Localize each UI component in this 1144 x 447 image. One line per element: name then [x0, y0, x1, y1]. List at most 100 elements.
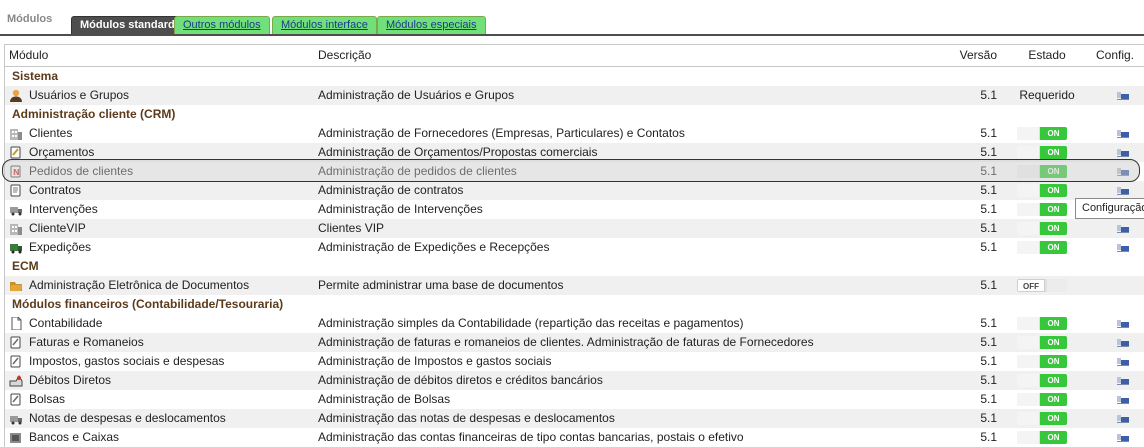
config-icon[interactable]	[1116, 375, 1130, 385]
module-toggle-on[interactable]: ON	[1017, 412, 1067, 425]
module-description: Administração de pedidos de clientes	[318, 164, 517, 178]
module-toggle-on[interactable]: ON	[1017, 241, 1067, 254]
module-toggle-on[interactable]: ON	[1017, 355, 1067, 368]
module-cell: Impostos, gastos sociais e despesas	[9, 352, 309, 371]
module-version: 5.1	[980, 202, 997, 216]
table-row: Orçamentos Administração de Orçamentos/Pr…	[5, 143, 1144, 162]
header-state: Estado	[1028, 48, 1066, 62]
toggle-knob	[1017, 146, 1039, 159]
toggle-knob	[1017, 374, 1039, 387]
table-row: ClienteVIP Clientes VIP 5.1 ON	[5, 219, 1144, 238]
invoice-icon	[9, 336, 23, 349]
toggle-knob	[1017, 222, 1039, 235]
module-toggle-on[interactable]: ON	[1017, 393, 1067, 406]
module-name: ClienteVIP	[29, 221, 86, 235]
toggle-on-label: ON	[1040, 431, 1067, 444]
module-cell: Débitos Diretos	[9, 371, 309, 390]
building-icon	[9, 222, 23, 235]
module-cell: N Pedidos de clientes	[9, 162, 309, 181]
module-name: Bolsas	[29, 392, 66, 406]
header-description: Descrição	[318, 48, 372, 62]
invoice-icon	[9, 393, 23, 406]
config-icon[interactable]	[1116, 432, 1130, 442]
tab-standard-modules[interactable]: Módulos standard	[71, 16, 184, 34]
config-icon[interactable]	[1116, 394, 1130, 404]
config-icon[interactable]	[1116, 90, 1130, 100]
table-row: Faturas e Romaneios Administração de fatu…	[5, 333, 1144, 352]
table-row: Contabilidade Administração simples da Co…	[5, 314, 1144, 333]
document-icon	[9, 316, 23, 331]
table-row: Notas de despesas e deslocamentos Adminis…	[5, 409, 1144, 428]
config-icon[interactable]	[1116, 147, 1130, 157]
header-config: Config.	[1095, 48, 1135, 62]
module-description: Administração de Fornecedores (Empresas,…	[318, 126, 685, 140]
module-toggle-off[interactable]: OFF	[1017, 279, 1067, 292]
module-description: Administração de Intervenções	[318, 202, 483, 216]
toggle-on-label: ON	[1040, 203, 1067, 216]
module-name: Usuários e Grupos	[29, 88, 130, 102]
module-cell: Usuários e Grupos	[9, 86, 309, 105]
table-row: Contratos Administração de contratos 5.1 ON	[5, 181, 1144, 200]
config-icon[interactable]	[1116, 356, 1130, 366]
toggle-knob	[1017, 203, 1039, 216]
module-toggle-on[interactable]: ON	[1017, 222, 1067, 235]
tab-interface-modules[interactable]: Módulos interface	[272, 16, 377, 34]
toggle-knob	[1017, 127, 1039, 140]
toggle-knob	[1047, 279, 1067, 292]
module-cell: Contratos	[9, 181, 309, 200]
module-name: Pedidos de clientes	[29, 164, 134, 178]
module-name: Débitos Diretos	[29, 373, 112, 387]
tab-other-modules[interactable]: Outros módulos	[174, 16, 270, 34]
table-row: Expedições Administração de Expedições e …	[5, 238, 1144, 257]
tab-special-modules[interactable]: Módulos especiais	[377, 16, 486, 34]
table-row: Impostos, gastos sociais e despesas Admin…	[5, 352, 1144, 371]
config-icon[interactable]	[1116, 128, 1130, 138]
toggle-on-label: ON	[1040, 412, 1067, 425]
config-tooltip: Configuração	[1075, 198, 1144, 219]
module-toggle-on[interactable]: ON	[1017, 431, 1067, 444]
toggle-on-label: ON	[1040, 317, 1067, 330]
module-version: 5.1	[980, 164, 997, 178]
config-icon[interactable]	[1116, 223, 1130, 233]
module-toggle-on[interactable]: ON	[1017, 374, 1067, 387]
config-icon[interactable]	[1116, 185, 1130, 195]
module-toggle-on[interactable]: ON	[1017, 336, 1067, 349]
module-toggle-on[interactable]: ON	[1017, 184, 1067, 197]
module-toggle-on[interactable]: ON	[1017, 317, 1067, 330]
users-icon	[9, 89, 23, 102]
tab-bar-underline	[0, 34, 1144, 36]
config-icon[interactable]	[1116, 242, 1130, 252]
module-toggle-on[interactable]: ON	[1017, 165, 1067, 178]
modules-table: Módulo Descrição Versão Estado Config. S…	[4, 44, 1144, 447]
module-version: 5.1	[980, 373, 997, 387]
module-description: Administração de contratos	[318, 183, 464, 197]
shipment-icon	[9, 241, 23, 254]
table-row: Débitos Diretos Administração de débitos …	[5, 371, 1144, 390]
config-icon[interactable]	[1116, 413, 1130, 423]
module-toggle-on[interactable]: ON	[1017, 203, 1067, 216]
order-icon: N	[9, 165, 23, 178]
module-cell: Bancos e Caixas	[9, 428, 309, 447]
module-version: 5.1	[980, 145, 997, 159]
module-version: 5.1	[980, 430, 997, 444]
module-cell: Expedições	[9, 238, 309, 257]
module-tab-bar: Módulos Módulos standard Outros módulos …	[0, 0, 1144, 37]
module-toggle-on[interactable]: ON	[1017, 127, 1067, 140]
module-name: Expedições	[29, 240, 92, 254]
state-required: Requerido	[1019, 88, 1075, 102]
header-version: Versão	[959, 48, 997, 62]
toggle-on-label: ON	[1040, 393, 1067, 406]
config-icon[interactable]	[1116, 318, 1130, 328]
config-icon[interactable]	[1116, 166, 1130, 176]
module-toggle-on[interactable]: ON	[1017, 146, 1067, 159]
table-row: N Pedidos de clientes Administração de ped…	[5, 162, 1144, 181]
table-row: Intervenções Administração de Intervençõe…	[5, 200, 1144, 219]
module-name: Clientes	[29, 126, 73, 140]
truck-icon	[9, 203, 23, 216]
config-icon[interactable]	[1116, 337, 1130, 347]
module-version: 5.1	[980, 278, 997, 292]
page-title: Módulos	[7, 13, 53, 25]
group-heading: Sistema	[5, 67, 1144, 86]
module-version: 5.1	[980, 392, 997, 406]
module-cell: Notas de despesas e deslocamentos	[9, 409, 309, 428]
